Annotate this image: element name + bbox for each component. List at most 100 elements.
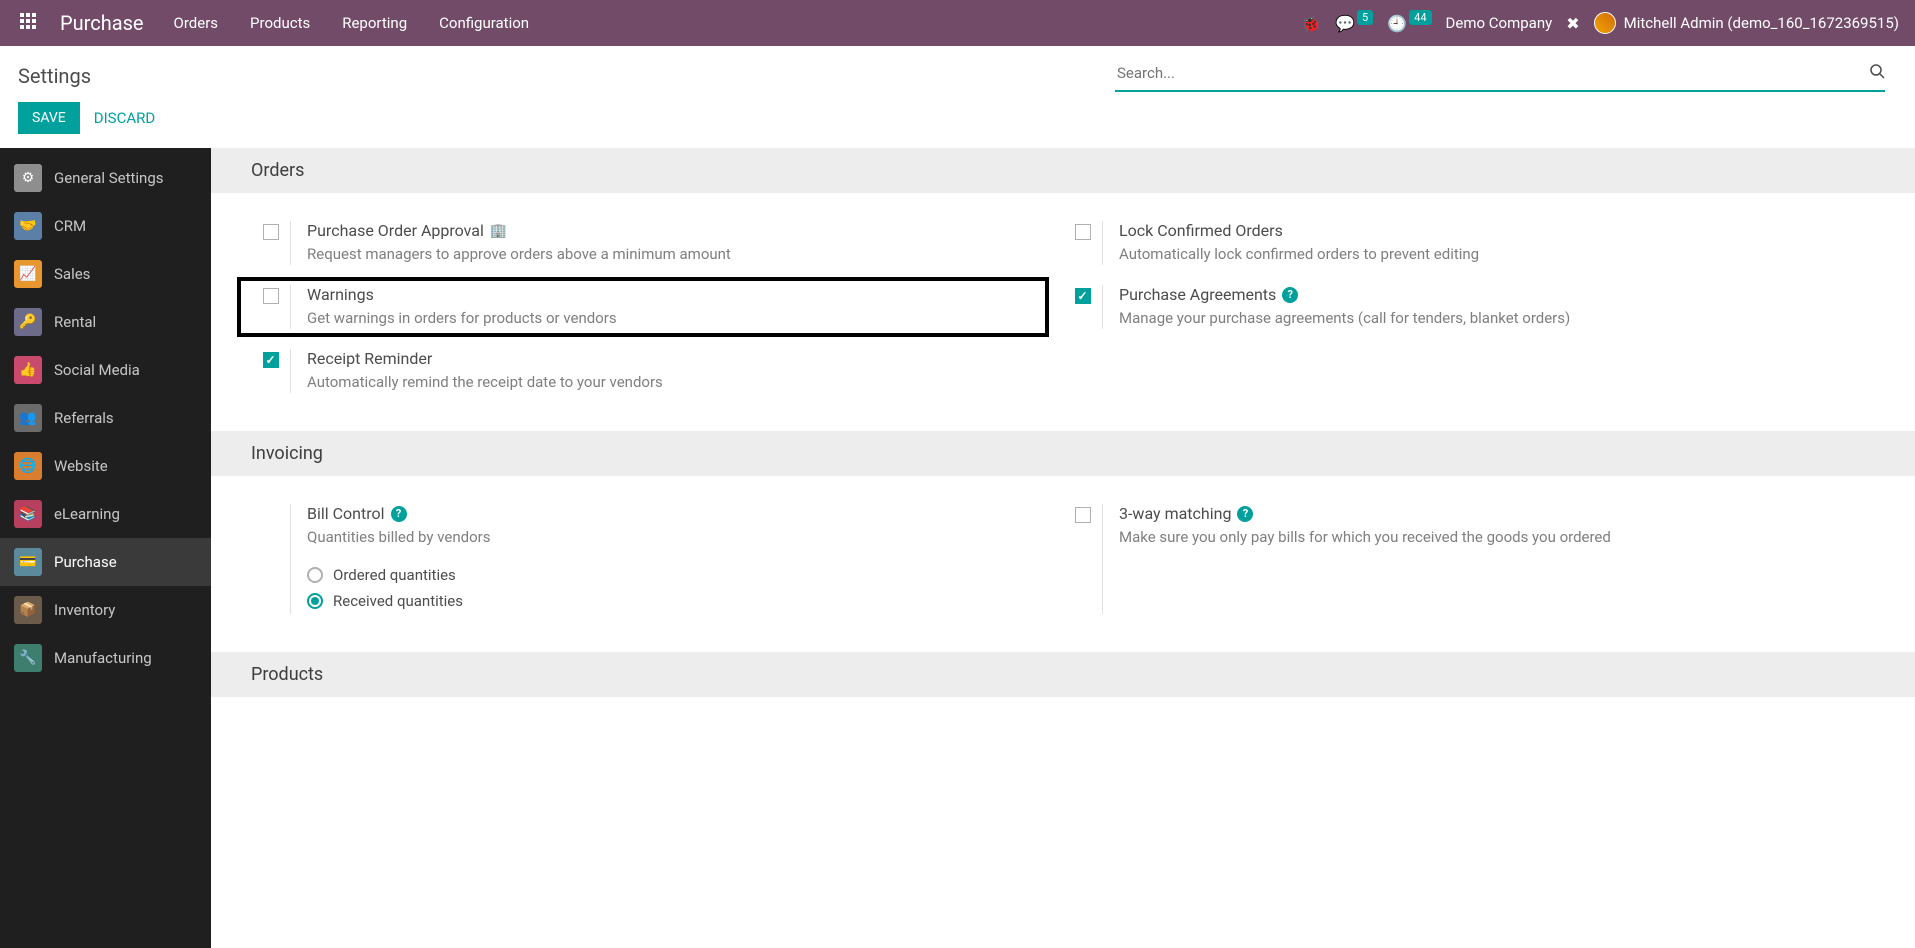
radio-input[interactable] — [307, 567, 323, 583]
control-bar: Settings — [0, 46, 1915, 92]
user-name: Mitchell Admin (demo_160_1672369515) — [1624, 14, 1899, 32]
search-wrap — [1115, 60, 1885, 92]
sidebar-item-label: Website — [54, 457, 108, 475]
nav-reporting[interactable]: Reporting — [326, 2, 423, 44]
section-heading-invoicing: Invoicing — [211, 431, 1915, 476]
setting-desc: Get warnings in orders for products or v… — [307, 308, 1025, 329]
radio-received-qty[interactable]: Received quantities — [307, 588, 1043, 614]
building-icon: 🏢 — [490, 223, 507, 239]
checkbox-purchase-approval[interactable] — [263, 224, 279, 240]
sidebar-item-website[interactable]: 🌐 Website — [0, 442, 211, 490]
nav-orders[interactable]: Orders — [158, 2, 235, 44]
messages-icon[interactable]: 💬5 — [1335, 14, 1373, 33]
radio-ordered-qty[interactable]: Ordered quantities — [307, 562, 1043, 588]
sidebar-item-rental[interactable]: 🔑 Rental — [0, 298, 211, 346]
save-button[interactable]: SAVE — [18, 102, 80, 134]
thumb-icon: 👍 — [14, 356, 42, 384]
nav-products[interactable]: Products — [234, 2, 326, 44]
wrench-icon: 🔧 — [14, 644, 42, 672]
sidebar-item-elearning[interactable]: 📚 eLearning — [0, 490, 211, 538]
setting-title: Warnings — [307, 285, 374, 304]
checkbox-receipt-reminder[interactable] — [263, 352, 279, 368]
card-icon: 💳 — [14, 548, 42, 576]
main: ⚙ General Settings 🤝 CRM 📈Sales 🔑 Rental 👍 S… — [0, 148, 1915, 948]
sidebar-item-label: CRM — [54, 217, 86, 235]
setting-title: Bill Control — [307, 504, 385, 523]
checkbox-warnings[interactable] — [263, 288, 279, 304]
section-body-invoicing: Bill Control? Quantities billed by vendo… — [211, 476, 1915, 652]
setting-receipt-reminder: Receipt Reminder Automatically remind th… — [251, 339, 1063, 403]
nav-configuration[interactable]: Configuration — [423, 2, 545, 44]
setting-title: Lock Confirmed Orders — [1119, 221, 1283, 240]
sidebar-item-referrals[interactable]: 👥 Referrals — [0, 394, 211, 442]
handshake-icon: 🤝 — [14, 212, 42, 240]
sidebar-item-social[interactable]: 👍 Social Media — [0, 346, 211, 394]
nav-right: 🐞 💬5 🕘44 Demo Company ✖ Mitchell Admin (… — [1301, 12, 1905, 34]
radio-input[interactable] — [307, 593, 323, 609]
tools-icon[interactable]: ✖ — [1566, 14, 1579, 33]
sidebar-item-label: Purchase — [54, 553, 117, 571]
search-input[interactable] — [1115, 60, 1869, 86]
sidebar-item-label: Manufacturing — [54, 649, 152, 667]
sidebar-item-label: Inventory — [54, 601, 115, 619]
setting-title: Purchase Agreements — [1119, 285, 1276, 304]
setting-title: Receipt Reminder — [307, 349, 432, 368]
messages-badge: 5 — [1357, 10, 1373, 25]
people-icon: 👥 — [14, 404, 42, 432]
sidebar-item-inventory[interactable]: 📦 Inventory — [0, 586, 211, 634]
section-heading-products: Products — [211, 652, 1915, 697]
box-icon: 📦 — [14, 596, 42, 624]
action-bar: SAVE DISCARD — [0, 92, 1915, 148]
bill-control-radio-group: Ordered quantities Received quantities — [307, 562, 1043, 614]
settings-content: Orders Purchase Order Approval 🏢 Request … — [211, 148, 1915, 948]
setting-lock-confirmed: Lock Confirmed Orders Automatically lock… — [1063, 211, 1875, 275]
sidebar-item-purchase[interactable]: 💳 Purchase — [0, 538, 211, 586]
sidebar-item-sales[interactable]: 📈Sales — [0, 250, 211, 298]
setting-title: 3-way matching — [1119, 504, 1231, 523]
radio-label: Received quantities — [333, 592, 463, 610]
company-selector[interactable]: Demo Company — [1446, 14, 1553, 32]
checkbox-purchase-agreements[interactable] — [1075, 288, 1091, 304]
debug-icon[interactable]: 🐞 — [1301, 14, 1321, 33]
section-heading-orders: Orders — [211, 148, 1915, 193]
setting-title: Purchase Order Approval — [307, 221, 484, 240]
setting-desc: Request managers to approve orders above… — [307, 244, 1043, 265]
help-icon[interactable]: ? — [391, 506, 407, 522]
search-icon[interactable] — [1869, 63, 1885, 83]
setting-purchase-approval: Purchase Order Approval 🏢 Request manager… — [251, 211, 1063, 275]
nav-menu: Orders Products Reporting Configuration — [158, 2, 546, 44]
key-icon: 🔑 — [14, 308, 42, 336]
activities-badge: 44 — [1409, 10, 1431, 25]
sidebar-item-label: General Settings — [54, 169, 164, 187]
sidebar-item-label: Sales — [54, 265, 90, 283]
sidebar-item-general[interactable]: ⚙ General Settings — [0, 154, 211, 202]
help-icon[interactable]: ? — [1282, 287, 1298, 303]
help-icon[interactable]: ? — [1237, 506, 1253, 522]
user-menu[interactable]: Mitchell Admin (demo_160_1672369515) — [1594, 12, 1899, 34]
sidebar-item-manufacturing[interactable]: 🔧 Manufacturing — [0, 634, 211, 682]
sidebar-item-label: Referrals — [54, 409, 114, 427]
sidebar-item-crm[interactable]: 🤝 CRM — [0, 202, 211, 250]
sidebar-item-label: eLearning — [54, 505, 120, 523]
discard-button[interactable]: DISCARD — [94, 109, 155, 127]
avatar — [1594, 12, 1616, 34]
setting-desc: Quantities billed by vendors — [307, 527, 1043, 548]
checkbox-lock-confirmed[interactable] — [1075, 224, 1091, 240]
setting-bill-control: Bill Control? Quantities billed by vendo… — [251, 494, 1063, 624]
settings-sidebar: ⚙ General Settings 🤝 CRM 📈Sales 🔑 Rental 👍 S… — [0, 148, 211, 948]
setting-desc: Manage your purchase agreements (call fo… — [1119, 308, 1855, 329]
top-navbar: Purchase Orders Products Reporting Confi… — [0, 0, 1915, 46]
radio-label: Ordered quantities — [333, 566, 456, 584]
setting-warnings: Warnings Get warnings in orders for prod… — [251, 275, 1063, 339]
activities-icon[interactable]: 🕘44 — [1387, 14, 1431, 33]
sidebar-item-label: Rental — [54, 313, 96, 331]
setting-desc: Automatically lock confirmed orders to p… — [1119, 244, 1855, 265]
setting-3way-matching: 3-way matching? Make sure you only pay b… — [1063, 494, 1875, 624]
app-brand[interactable]: Purchase — [46, 11, 158, 35]
apps-icon[interactable] — [10, 7, 46, 39]
gear-icon: ⚙ — [14, 164, 42, 192]
globe-icon: 🌐 — [14, 452, 42, 480]
checkbox-3way-matching[interactable] — [1075, 507, 1091, 523]
book-icon: 📚 — [14, 500, 42, 528]
sidebar-item-label: Social Media — [54, 361, 140, 379]
